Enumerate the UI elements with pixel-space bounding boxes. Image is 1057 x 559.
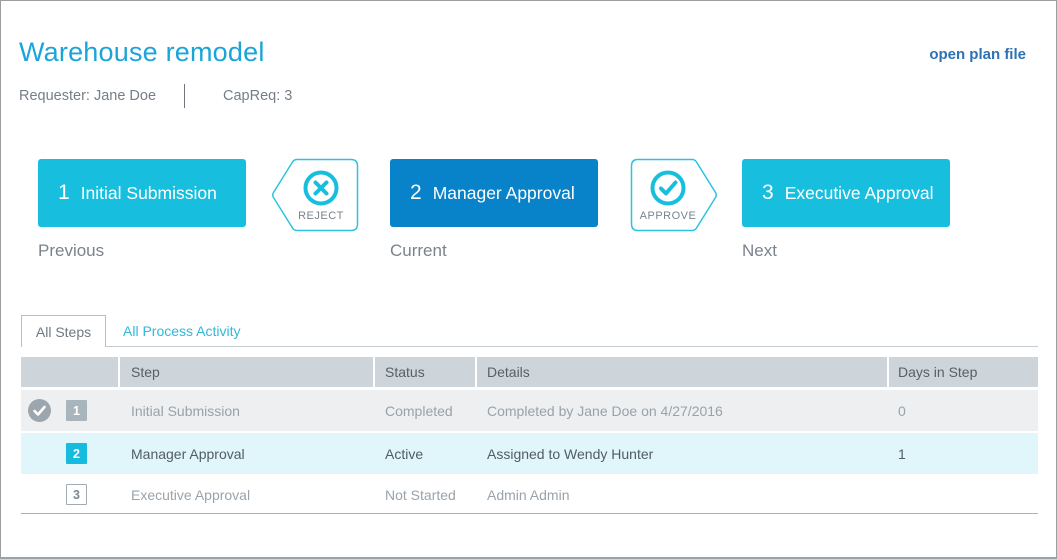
cell-status: Not Started <box>375 476 477 513</box>
column-header-icon <box>21 357 118 387</box>
tab-all-steps[interactable]: All Steps <box>21 315 106 347</box>
table-row[interactable]: 3 Executive Approval Not Started Admin A… <box>21 476 1038 514</box>
requester-label: Requester: Jane Doe <box>19 88 184 104</box>
workflow-step-previous[interactable]: 1 Initial Submission <box>38 159 246 227</box>
cell-details: Assigned to Wendy Hunter <box>477 433 889 474</box>
check-circle-icon <box>649 169 687 207</box>
cell-status: Active <box>375 433 477 474</box>
table-row[interactable]: 2 Manager Approval Active Assigned to We… <box>21 433 1038 476</box>
step-number-badge: 2 <box>66 443 87 464</box>
process-viewer-window: Warehouse remodel open plan file Request… <box>0 0 1057 559</box>
step-number: 1 <box>58 181 70 205</box>
cell-status: Completed <box>375 390 477 431</box>
meta-divider <box>184 84 185 108</box>
capreq-label: CapReq: 3 <box>223 88 292 104</box>
step-number-badge: 1 <box>66 400 87 421</box>
cell-step: Manager Approval <box>120 433 375 474</box>
cell-step: Initial Submission <box>120 390 375 431</box>
step-number-badge: 3 <box>66 484 87 505</box>
completed-check-icon <box>28 399 51 422</box>
reject-button[interactable]: REJECT <box>271 158 359 232</box>
cell-details: Completed by Jane Doe on 4/27/2016 <box>477 390 889 431</box>
page-title: Warehouse remodel <box>19 37 265 68</box>
column-header-details[interactable]: Details <box>477 357 887 387</box>
column-header-days[interactable]: Days in Step <box>889 357 1038 387</box>
state-label-previous: Previous <box>38 241 104 261</box>
step-number: 3 <box>762 181 774 205</box>
request-meta: Requester: Jane Doe CapReq: 3 <box>19 84 292 108</box>
cell-days: 1 <box>889 433 1038 474</box>
state-label-current: Current <box>390 241 447 261</box>
table-row[interactable]: 1 Initial Submission Completed Completed… <box>21 390 1038 433</box>
tabs-underline <box>21 346 1038 347</box>
step-label: Initial Submission <box>81 183 217 204</box>
cell-days <box>889 476 1038 513</box>
cell-days: 0 <box>889 390 1038 431</box>
cell-step: Executive Approval <box>120 476 375 513</box>
column-header-status[interactable]: Status <box>375 357 475 387</box>
column-header-step[interactable]: Step <box>120 357 373 387</box>
x-circle-icon <box>302 169 340 207</box>
tab-all-process-activity[interactable]: All Process Activity <box>123 315 240 346</box>
step-label: Executive Approval <box>785 183 934 204</box>
steps-table: Step Status Details Days in Step 1 Initi… <box>21 357 1038 514</box>
approve-label: APPROVE <box>640 210 697 222</box>
open-plan-file-link[interactable]: open plan file <box>929 46 1026 63</box>
state-label-next: Next <box>742 241 777 261</box>
step-label: Manager Approval <box>433 183 575 204</box>
cell-details: Admin Admin <box>477 476 889 513</box>
approve-button[interactable]: APPROVE <box>630 158 718 232</box>
workflow-step-current[interactable]: 2 Manager Approval <box>390 159 598 227</box>
reject-label: REJECT <box>298 210 344 222</box>
table-header-row: Step Status Details Days in Step <box>21 357 1038 387</box>
step-number: 2 <box>410 181 422 205</box>
workflow-step-next[interactable]: 3 Executive Approval <box>742 159 950 227</box>
